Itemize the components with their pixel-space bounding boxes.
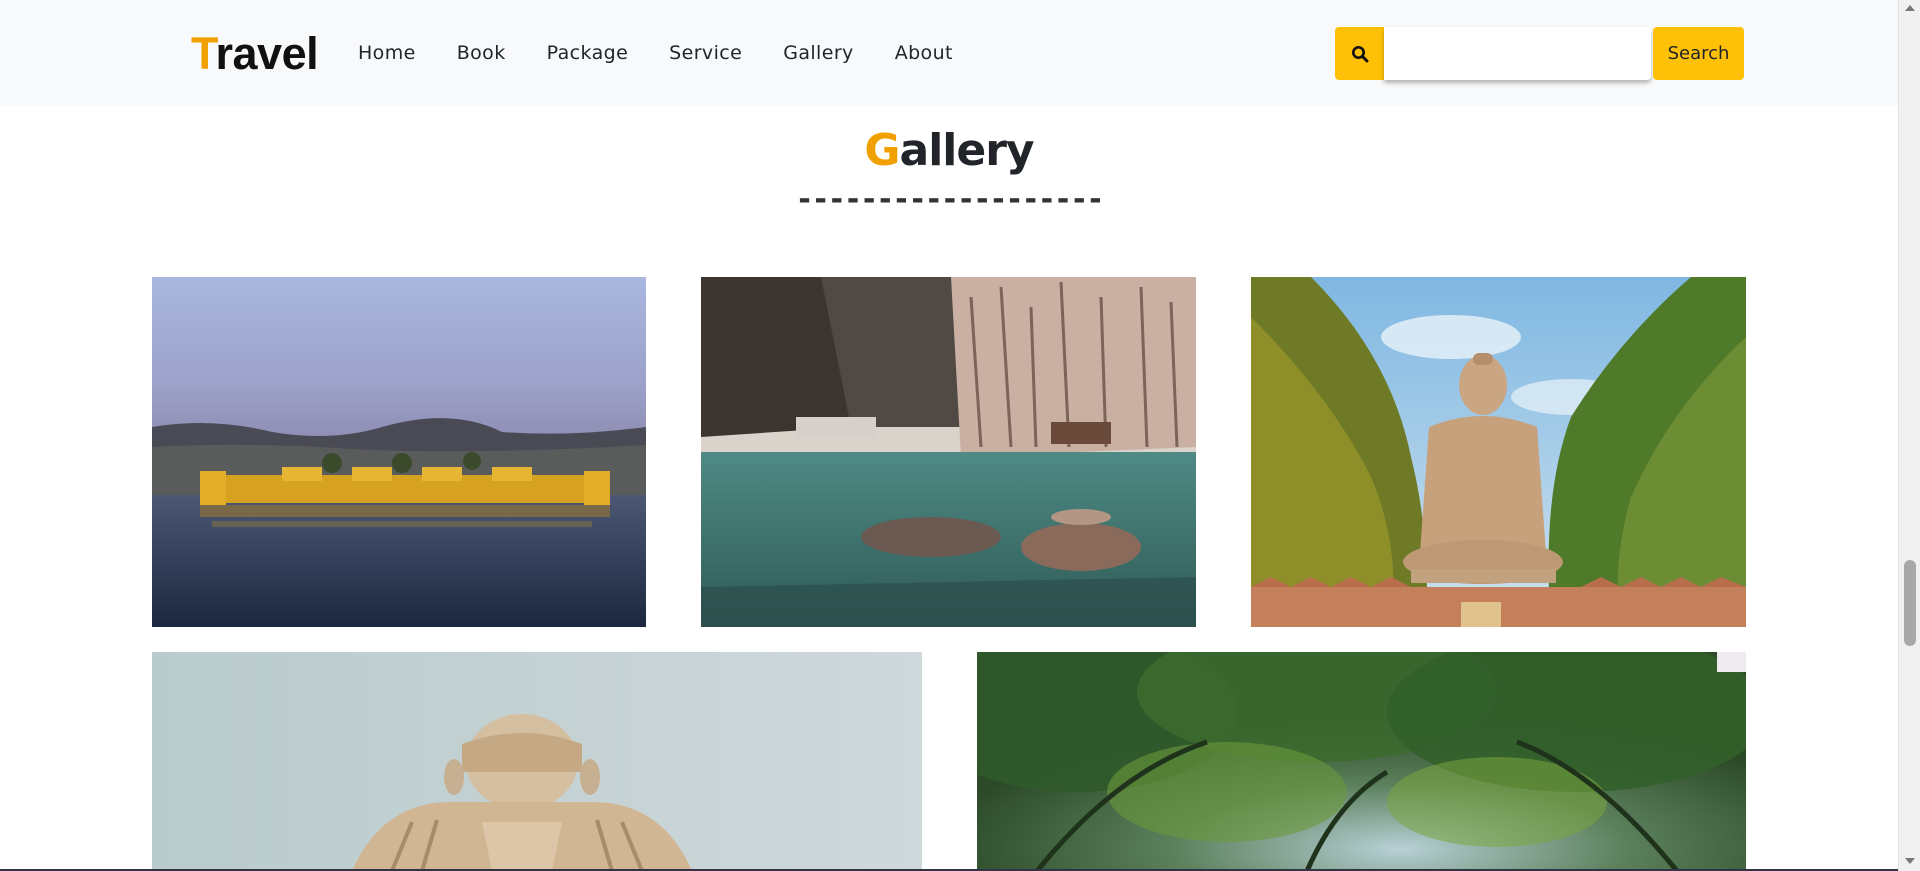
gallery-title: Gallery [0,123,1898,179]
nav-link-about[interactable]: About [895,40,953,66]
brand-logo[interactable]: Travel [191,26,319,82]
brand-rest: ravel [215,28,319,79]
photo-forest-canopy[interactable] [977,652,1746,871]
search-button[interactable]: Search [1653,27,1744,80]
gallery-title-rest: allery [899,125,1035,176]
page-scrollbar[interactable] [1898,0,1920,871]
photo-mountain-lake[interactable] [701,277,1196,627]
scroll-thumb[interactable] [1904,560,1916,646]
photo-buddha-closeup[interactable] [152,652,922,871]
search-icon [1351,45,1368,62]
nav-link-service[interactable]: Service [669,40,742,66]
photo-jal-mahal[interactable] [152,277,646,627]
title-divider: ------------------- [795,182,1104,217]
brand-first-letter: T [191,28,216,79]
search-icon-button[interactable] [1335,27,1384,80]
photo-great-buddha[interactable] [1251,277,1746,627]
nav-link-package[interactable]: Package [547,40,629,66]
navbar: Travel Home Book Package Service Gallery… [0,0,1898,106]
nav-link-book[interactable]: Book [457,40,506,66]
scroll-down-arrow-icon[interactable] [1905,858,1915,864]
nav-links: Home Book Package Service Gallery About [358,40,994,66]
search-input[interactable] [1384,27,1651,80]
gallery-title-first-letter: G [864,125,900,176]
scroll-up-arrow-icon[interactable] [1905,5,1915,11]
nav-link-gallery[interactable]: Gallery [783,40,853,66]
nav-link-home[interactable]: Home [358,40,416,66]
